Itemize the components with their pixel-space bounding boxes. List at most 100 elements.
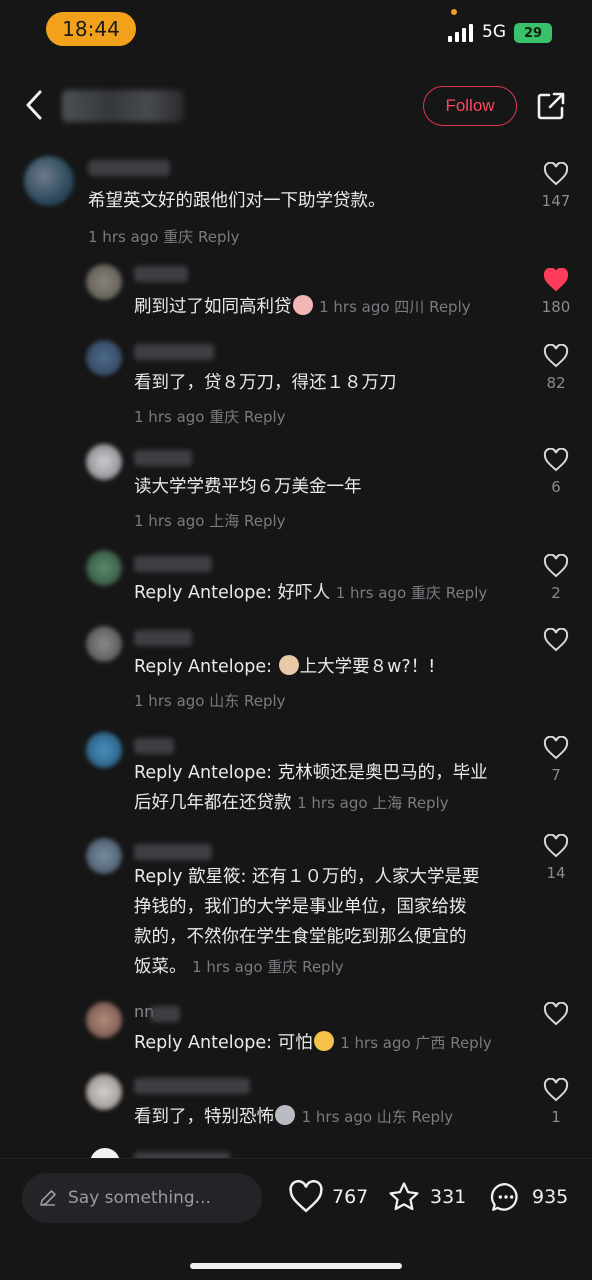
like-button[interactable]: 82 xyxy=(530,344,582,392)
privacy-dot-icon xyxy=(451,9,457,15)
username-blurred[interactable] xyxy=(134,738,174,754)
share-icon[interactable] xyxy=(536,91,566,121)
comment-input-placeholder: Say something... xyxy=(68,1188,211,1208)
like-count: 6 xyxy=(551,478,561,496)
like-count: 14 xyxy=(546,864,566,882)
comment-body-line: 还有１０万的，人家大学是要 xyxy=(252,867,480,887)
like-button[interactable]: 2 xyxy=(530,554,582,602)
scream-face-icon xyxy=(313,1031,334,1051)
comment-text: 刷到过了如同高利贷 1 hrs ago 四川 Reply xyxy=(134,292,471,322)
follow-button[interactable]: Follow xyxy=(423,86,517,126)
username-blurred[interactable] xyxy=(134,630,192,646)
avatar[interactable] xyxy=(86,340,122,376)
home-indicator[interactable] xyxy=(190,1263,402,1269)
comment-bubble-icon xyxy=(490,1183,518,1211)
like-button[interactable]: 6 xyxy=(530,448,582,496)
comment-text: Reply 歆星筱: 还有１０万的，人家大学是要 挣钱的，我们的大学是事业单位，… xyxy=(134,862,524,982)
heart-icon xyxy=(543,736,569,760)
comment-body: 可怕 xyxy=(277,1033,313,1053)
like-count: 82 xyxy=(546,374,566,392)
username-blurred[interactable] xyxy=(150,1006,180,1022)
comment-body: 好吓人 xyxy=(277,583,331,603)
favorite-button[interactable]: 331 xyxy=(386,1180,466,1214)
comment-meta[interactable]: 1 hrs ago 重庆 Reply xyxy=(336,584,488,602)
heart-icon xyxy=(543,448,569,472)
comment-list[interactable]: 希望英文好的跟他们对一下助学贷款。 1 hrs ago 重庆 Reply 147… xyxy=(0,148,592,1158)
heart-icon xyxy=(543,162,569,186)
like-button[interactable] xyxy=(530,628,582,658)
like-count: 180 xyxy=(541,298,571,316)
post-like-count: 767 xyxy=(332,1186,369,1208)
author-name-blurred[interactable] xyxy=(62,90,184,122)
bottom-bar: Say something... 767 331 935 xyxy=(0,1158,592,1280)
heart-filled-icon xyxy=(543,268,569,292)
like-count: 7 xyxy=(551,766,561,784)
comment-meta[interactable]: 1 hrs ago 重庆 Reply xyxy=(88,226,240,247)
reply-prefix[interactable]: Reply Antelope: xyxy=(134,1033,278,1053)
avatar[interactable] xyxy=(86,1074,122,1110)
comment-meta[interactable]: 1 hrs ago 重庆 Reply xyxy=(192,958,344,976)
comment-meta[interactable]: 1 hrs ago 重庆 Reply xyxy=(134,406,286,427)
avatar[interactable] xyxy=(86,264,122,300)
reply-prefix[interactable]: Reply 歆星筱: xyxy=(134,867,252,887)
heart-icon xyxy=(543,628,569,652)
comment-text: 希望英文好的跟他们对一下助学贷款。 xyxy=(88,191,386,211)
comment-text: Reply Antelope: 可怕 1 hrs ago 广西 Reply xyxy=(134,1028,492,1058)
comment-text: 看到了，贷８万刀，得还１８万刀 xyxy=(134,373,397,393)
username-blurred[interactable] xyxy=(134,344,214,360)
reply-prefix[interactable]: Reply Antelope: xyxy=(134,583,278,603)
comment-body-line: 款的，不然你在学生食堂能吃到那么便宜的 xyxy=(134,927,467,947)
avatar[interactable] xyxy=(86,626,122,662)
username-blurred[interactable] xyxy=(88,160,170,176)
comment-meta[interactable]: 1 hrs ago 四川 Reply xyxy=(319,298,471,316)
signal-icon xyxy=(448,24,474,42)
comment-meta[interactable]: 1 hrs ago 上海 Reply xyxy=(297,794,449,812)
comment-meta[interactable]: 1 hrs ago 山东 Reply xyxy=(302,1108,454,1126)
username-blurred[interactable] xyxy=(134,556,212,572)
avatar[interactable] xyxy=(86,732,122,768)
like-button[interactable]: 180 xyxy=(530,268,582,316)
pencil-icon xyxy=(40,1190,56,1206)
like-count: 147 xyxy=(541,192,571,210)
username-blurred[interactable] xyxy=(134,450,192,466)
comment-meta[interactable]: 1 hrs ago 上海 Reply xyxy=(134,510,286,531)
like-count: 1 xyxy=(551,1108,561,1126)
avatar[interactable] xyxy=(86,550,122,586)
comment-body: 看到了，特别恐怖 xyxy=(134,1107,274,1127)
comment-text: 读大学学费平均６万美金一年 xyxy=(134,477,362,497)
like-button[interactable]: 7 xyxy=(530,736,582,784)
reply-prefix[interactable]: Reply Antelope: xyxy=(134,763,278,783)
like-post-button[interactable]: 767 xyxy=(288,1180,368,1214)
like-button[interactable]: 147 xyxy=(530,162,582,210)
back-icon[interactable] xyxy=(22,88,46,122)
comment-meta[interactable]: 1 hrs ago 广西 Reply xyxy=(340,1034,492,1052)
post-comment-count: 935 xyxy=(532,1186,569,1208)
comment-body-line: 后好几年都在还贷款 xyxy=(134,793,292,813)
like-button[interactable]: 14 xyxy=(530,834,582,882)
status-time: 18:44 xyxy=(46,12,136,46)
crying-face-icon xyxy=(292,295,313,315)
like-button[interactable]: 1 xyxy=(530,1078,582,1126)
star-icon xyxy=(389,1182,419,1211)
avatar[interactable] xyxy=(86,838,122,874)
username-blurred[interactable] xyxy=(134,1078,250,1094)
heart-icon xyxy=(543,554,569,578)
heart-icon xyxy=(543,1002,569,1026)
avatar[interactable] xyxy=(24,156,74,206)
comment-body: 刷到过了如同高利贷 xyxy=(134,297,292,317)
comments-button[interactable]: 935 xyxy=(488,1180,568,1214)
comment-body: 上大学要８w?！! xyxy=(299,657,436,677)
comment-text: Reply Antelope: 克林顿还是奥巴马的，毕业 后好几年都在还贷款 1… xyxy=(134,758,524,818)
comment-input[interactable]: Say something... xyxy=(22,1173,262,1223)
reply-prefix[interactable]: Reply Antelope: xyxy=(134,657,278,677)
username-blurred[interactable] xyxy=(134,266,188,282)
like-button[interactable] xyxy=(530,1002,582,1032)
battery-level: 29 xyxy=(523,25,543,41)
username-blurred[interactable] xyxy=(134,844,212,860)
avatar[interactable] xyxy=(86,1002,122,1038)
heart-icon xyxy=(543,1078,569,1102)
avatar[interactable] xyxy=(90,1148,120,1158)
battery-icon: 29 xyxy=(514,23,552,43)
comment-meta[interactable]: 1 hrs ago 山东 Reply xyxy=(134,690,286,711)
avatar[interactable] xyxy=(86,444,122,480)
